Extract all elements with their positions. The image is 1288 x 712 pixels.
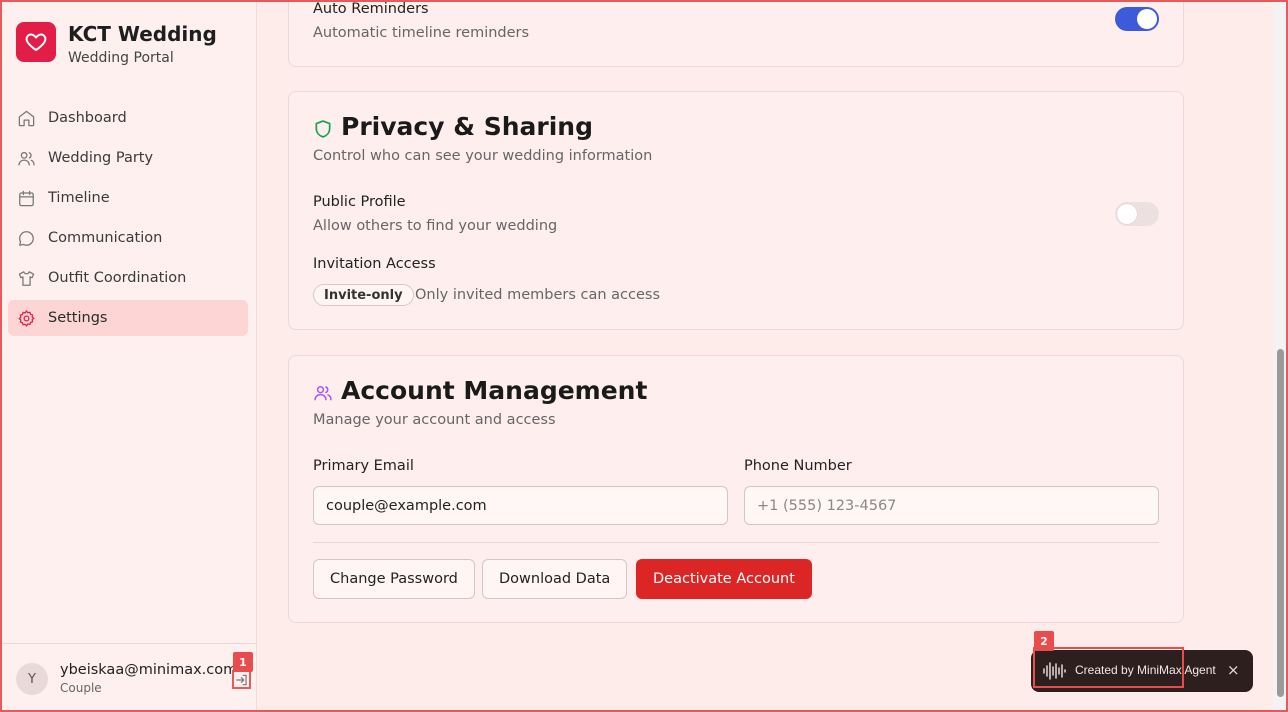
- phone-number-label: Phone Number: [744, 458, 852, 474]
- divider: [313, 542, 1159, 543]
- sidebar-item-dashboard[interactable]: Dashboard: [8, 100, 248, 136]
- sidebar-item-communication[interactable]: Communication: [8, 220, 248, 256]
- sidebar-item-label: Settings: [48, 310, 108, 326]
- auto-reminders-label: Auto Reminders: [313, 1, 429, 17]
- invitation-access-sub: Only invited members can access: [415, 287, 661, 303]
- avatar: Y: [16, 663, 48, 695]
- account-card: Account Management Manage your account a…: [288, 355, 1184, 623]
- user-footer: Y ybeiskaa@minimax.com Couple 1: [0, 643, 257, 712]
- heart-logo-icon: [16, 22, 56, 62]
- sidebar-item-label: Timeline: [48, 190, 110, 206]
- home-icon: [18, 110, 35, 126]
- privacy-title: Privacy & Sharing: [341, 112, 593, 141]
- annotation-marker-2: 2: [1034, 631, 1054, 651]
- auto-reminders-toggle[interactable]: [1115, 7, 1159, 31]
- brand-title: KCT Wedding: [68, 22, 217, 46]
- users-icon: [18, 151, 35, 165]
- privacy-card: Privacy & Sharing Control who can see yo…: [288, 91, 1184, 330]
- public-profile-label: Public Profile: [313, 194, 406, 210]
- phone-number-field[interactable]: [744, 486, 1159, 525]
- account-desc: Manage your account and access: [313, 412, 556, 428]
- invite-only-badge: Invite-only: [313, 284, 414, 306]
- created-by-toast: Created by MiniMax Agent ×: [1031, 647, 1253, 692]
- sidebar-item-settings[interactable]: Settings: [8, 300, 248, 336]
- scrollbar[interactable]: [1273, 0, 1288, 712]
- sidebar: KCT Wedding Wedding Portal Dashboard Wed…: [0, 0, 257, 712]
- account-title: Account Management: [341, 376, 648, 405]
- deactivate-account-button[interactable]: Deactivate Account: [636, 559, 812, 599]
- shirt-icon: [18, 270, 35, 286]
- change-password-button[interactable]: Change Password: [313, 559, 475, 599]
- auto-reminders-sub: Automatic timeline reminders: [313, 25, 530, 41]
- public-profile-sub: Allow others to find your wedding: [313, 218, 558, 234]
- sidebar-item-wedding-party[interactable]: Wedding Party: [8, 140, 248, 176]
- brand: KCT Wedding Wedding Portal: [16, 22, 217, 66]
- sidebar-item-outfit-coordination[interactable]: Outfit Coordination: [8, 260, 248, 296]
- calendar-icon: [19, 190, 34, 206]
- user-role: Couple: [60, 681, 102, 695]
- annotation-marker-1: 1: [233, 652, 253, 672]
- brand-subtitle: Wedding Portal: [68, 50, 174, 66]
- sidebar-item-label: Wedding Party: [48, 150, 154, 166]
- user-email: ybeiskaa@minimax.com: [60, 662, 238, 678]
- gear-icon: [18, 309, 35, 327]
- logout-icon: [235, 674, 247, 685]
- scrollbar-thumb[interactable]: [1277, 349, 1284, 697]
- sidebar-item-label: Dashboard: [48, 110, 127, 126]
- primary-email-field[interactable]: [313, 486, 728, 525]
- public-profile-toggle[interactable]: [1115, 202, 1159, 226]
- invitation-access-label: Invitation Access: [313, 256, 436, 272]
- users-icon: [314, 386, 332, 401]
- primary-email-label: Primary Email: [313, 458, 414, 474]
- sidebar-item-timeline[interactable]: Timeline: [8, 180, 248, 216]
- chat-icon: [19, 230, 34, 246]
- sidebar-item-label: Communication: [48, 230, 163, 246]
- shield-icon: [315, 120, 331, 138]
- download-data-button[interactable]: Download Data: [482, 559, 628, 599]
- logout-button[interactable]: [232, 670, 251, 689]
- sidebar-item-label: Outfit Coordination: [48, 270, 187, 286]
- privacy-desc: Control who can see your wedding informa…: [313, 148, 653, 164]
- notifications-card: Auto Reminders Automatic timeline remind…: [288, 0, 1184, 67]
- sidebar-nav: Dashboard Wedding Party Timeline Communi…: [8, 100, 248, 340]
- toast-text: Created by MiniMax Agent: [1075, 663, 1216, 677]
- close-icon[interactable]: ×: [1227, 661, 1240, 679]
